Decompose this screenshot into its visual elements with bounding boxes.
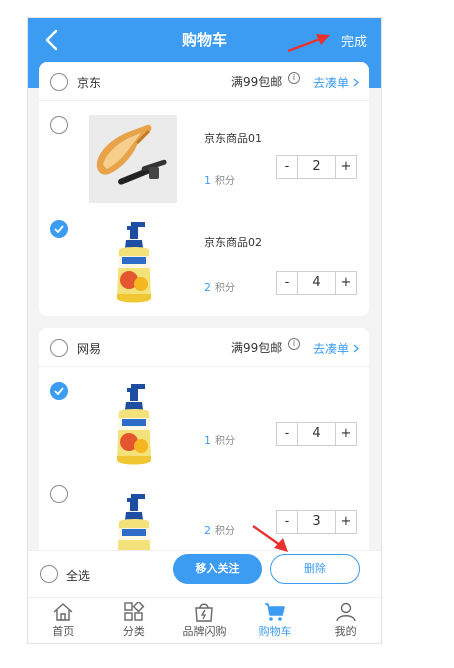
- quantity-value[interactable]: 4: [297, 272, 336, 294]
- select-all-radio[interactable]: [40, 565, 58, 583]
- product-points: 1 积分: [204, 434, 235, 447]
- gather-link[interactable]: 去凑单: [313, 74, 359, 91]
- delete-button[interactable]: 删除: [270, 554, 360, 584]
- store-card-jd: 京东 满99包邮 i 去凑单 京东商品01 1 积分 - 2 + 京东商品02 …: [39, 62, 369, 316]
- quantity-stepper: - 4 +: [276, 271, 357, 295]
- checkmark-icon: [54, 387, 64, 395]
- increment-button[interactable]: +: [336, 156, 356, 178]
- promo-text: 满99包邮: [231, 75, 283, 89]
- quantity-value[interactable]: 3: [297, 511, 336, 533]
- quantity-value[interactable]: 4: [297, 423, 336, 445]
- cart-item: 1 积分 - 4 +: [39, 382, 369, 482]
- decrement-button[interactable]: -: [277, 156, 297, 178]
- annotation-arrow-icon: [252, 525, 288, 552]
- item-select-radio[interactable]: [50, 116, 68, 134]
- checkmark-icon: [54, 225, 64, 233]
- chevron-right-icon: [353, 78, 359, 87]
- product-name: 京东商品02: [204, 236, 262, 249]
- increment-button[interactable]: +: [336, 272, 356, 294]
- info-icon[interactable]: i: [288, 72, 300, 84]
- product-name: 京东商品01: [204, 132, 262, 145]
- quantity-value[interactable]: 2: [297, 156, 336, 178]
- store-header: 京东 满99包邮 i 去凑单: [39, 62, 369, 101]
- product-points: 2 积分: [204, 281, 235, 294]
- cart-icon: [265, 603, 285, 621]
- tab-cart[interactable]: 购物车: [240, 598, 311, 643]
- chevron-right-icon: [353, 344, 359, 353]
- move-to-favorites-button[interactable]: 移入关注: [173, 554, 262, 584]
- profile-icon: [335, 602, 356, 622]
- item-select-radio[interactable]: [50, 220, 68, 238]
- product-image-soap: [117, 222, 151, 303]
- select-all-label[interactable]: 全选: [66, 567, 90, 584]
- tab-home[interactable]: 首页: [28, 598, 99, 643]
- product-image-soap: [117, 384, 151, 465]
- home-icon: [53, 603, 73, 621]
- store-name: 网易: [77, 342, 102, 356]
- product-points: 1 积分: [204, 174, 235, 187]
- product-image-vacuum: [89, 115, 177, 203]
- tab-profile[interactable]: 我的: [310, 598, 381, 643]
- item-select-radio[interactable]: [50, 382, 68, 400]
- store-name: 京东: [77, 76, 102, 90]
- increment-button[interactable]: +: [336, 511, 356, 533]
- annotation-arrow-icon: [287, 34, 330, 53]
- gather-link[interactable]: 去凑单: [313, 340, 359, 357]
- store-card-netease: 网易 满99包邮 i 去凑单 1 积分 - 4 + 2 积分 - 3 +: [39, 328, 369, 575]
- quantity-stepper: - 4 +: [276, 422, 357, 446]
- store-select-radio[interactable]: [50, 339, 68, 357]
- store-header: 网易 满99包邮 i 去凑单: [39, 328, 369, 367]
- flash-bag-icon: [195, 603, 214, 622]
- tab-bar: 首页 分类 品牌闪购 购物车 我的: [28, 597, 381, 643]
- tab-category[interactable]: 分类: [99, 598, 170, 643]
- tab-brand-flash[interactable]: 品牌闪购: [169, 598, 240, 643]
- category-icon: [124, 602, 145, 621]
- bottom-action-bar: 全选 移入关注 删除: [28, 550, 381, 598]
- done-button[interactable]: 完成: [341, 31, 367, 50]
- item-select-radio[interactable]: [50, 485, 68, 503]
- promo-text: 满99包邮: [231, 341, 283, 355]
- store-select-radio[interactable]: [50, 73, 68, 91]
- quantity-stepper: - 2 +: [276, 155, 357, 179]
- info-icon[interactable]: i: [288, 338, 300, 350]
- decrement-button[interactable]: -: [277, 423, 297, 445]
- cart-item: 京东商品02 2 积分 - 4 +: [39, 214, 369, 314]
- phone-frame: 购物车 完成 京东 满99包邮 i 去凑单 京东商品01 1 积分 - 2 + …: [27, 17, 382, 644]
- cart-item: 京东商品01 1 积分 - 2 +: [39, 110, 369, 210]
- increment-button[interactable]: +: [336, 423, 356, 445]
- product-points: 2 积分: [204, 524, 235, 537]
- decrement-button[interactable]: -: [277, 272, 297, 294]
